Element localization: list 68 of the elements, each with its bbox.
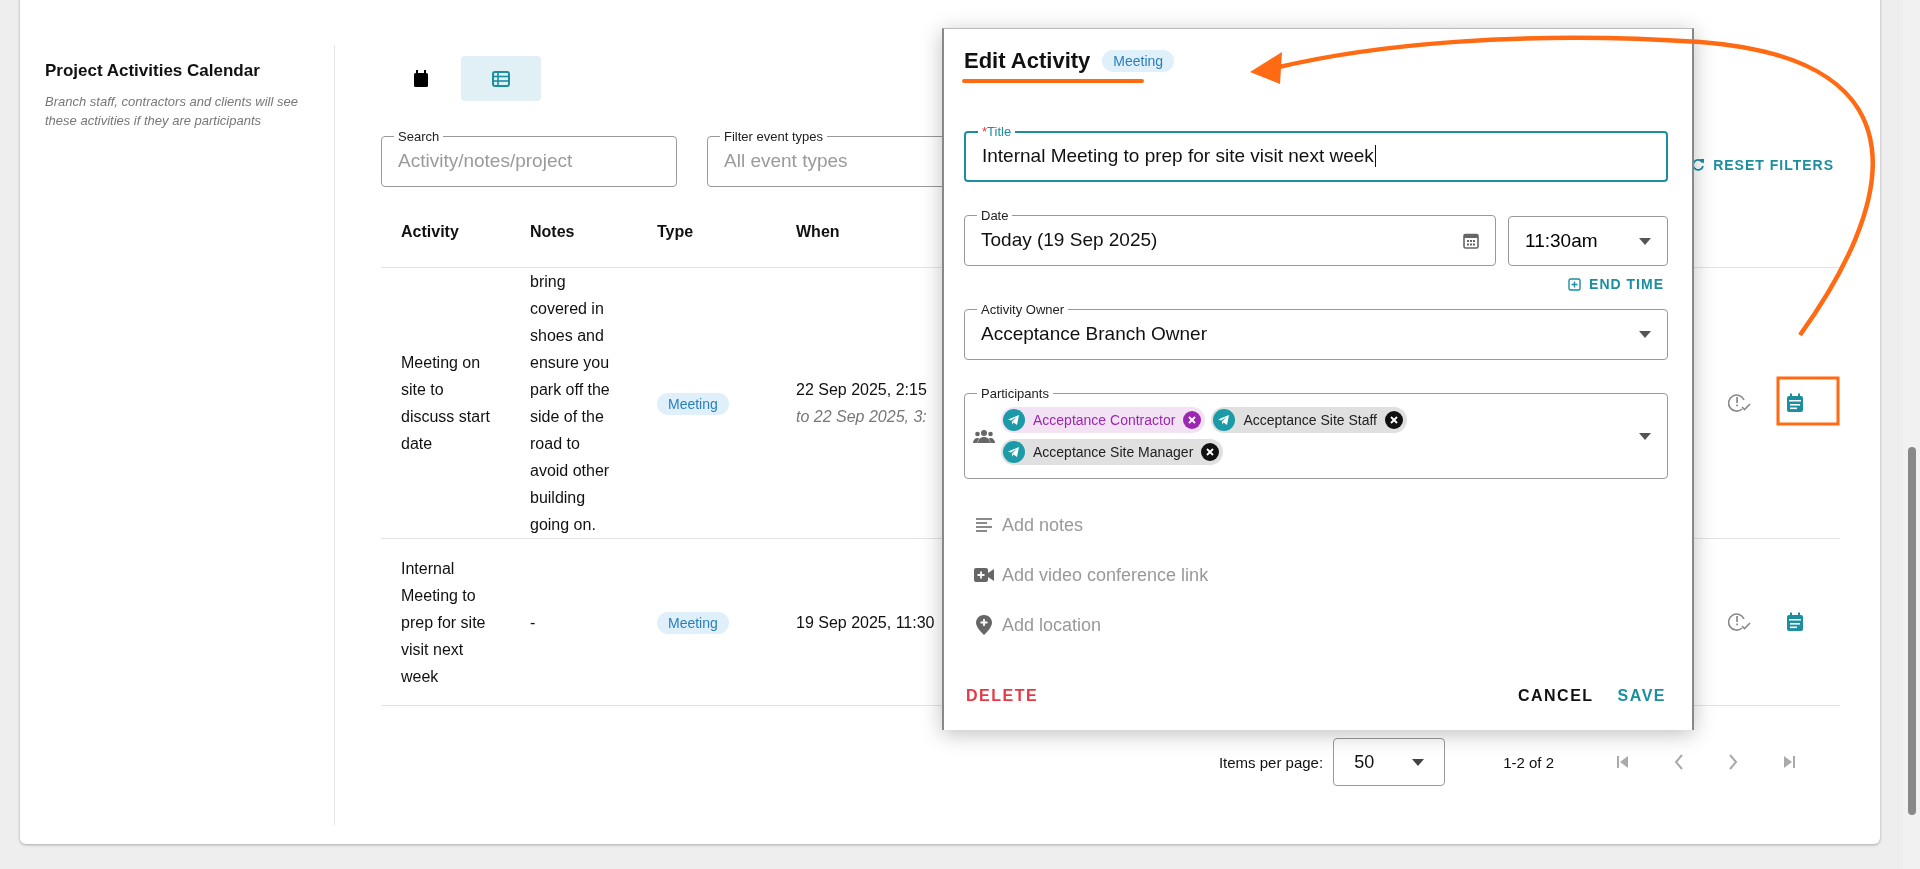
field-label: Filter event types	[723, 129, 824, 144]
participant-chip[interactable]: Acceptance Site Staff	[1211, 407, 1407, 433]
caret-icon	[1639, 432, 1651, 440]
page-range: 1-2 of 2	[1503, 753, 1554, 771]
type-tag: Meeting	[1102, 50, 1175, 72]
table-cell: -	[530, 613, 536, 631]
caret-icon	[1639, 330, 1651, 338]
paper-plane-icon	[1213, 409, 1236, 431]
table-cell-text: 19 Sep 2025, 11:30	[796, 612, 935, 633]
participant-chip[interactable]: Acceptance Contractor	[1001, 407, 1206, 433]
column-header: Notes	[530, 223, 575, 240]
participant-chip[interactable]: Acceptance Site Manager	[1001, 439, 1224, 465]
paper-plane-icon	[1003, 409, 1025, 431]
table-cell-text: 22 Sep 2025, 2:15	[796, 380, 927, 400]
items-per-page-select[interactable]: 50	[1333, 738, 1446, 786]
location-add-icon	[974, 615, 994, 635]
section-description: Branch staff, contractors and clients will see these activities if they are participants	[45, 93, 299, 130]
field-label: Activity Owner	[980, 302, 1066, 317]
reset-filters-button[interactable]: RESET FILTERS	[1685, 153, 1840, 177]
activity-owner-select[interactable]: Activity Owner Acceptance Branch Owner	[964, 302, 1668, 360]
date-field[interactable]: Date Today (19 Sep 2025)	[964, 208, 1496, 266]
group-icon	[973, 429, 995, 443]
field-label: Date	[980, 208, 1010, 223]
list-icon	[492, 70, 510, 87]
table-cell: Internal Meeting to prep for site visit next week	[401, 559, 486, 685]
table-cell: bring covered in shoes and ensure you park off the side of the road to avoid other building going on.	[530, 273, 610, 533]
first-page-icon[interactable]	[1616, 755, 1630, 769]
scrollbar-thumb[interactable]	[1908, 447, 1916, 815]
field-label: Search	[397, 129, 441, 144]
notes-icon	[974, 518, 994, 532]
type-tag: Meeting	[657, 611, 729, 634]
remove-icon[interactable]	[1183, 411, 1202, 429]
highlight-rectangle	[1776, 376, 1840, 426]
column-header: Activity	[401, 223, 459, 240]
caret-icon	[1412, 758, 1425, 766]
time-select[interactable]: 11:30am	[1508, 216, 1668, 266]
video-add-icon	[974, 568, 994, 582]
end-time-button[interactable]: END TIME	[1564, 274, 1668, 294]
save-button[interactable]: SAVE	[1615, 683, 1668, 709]
previous-page-icon[interactable]	[1674, 754, 1684, 770]
search-field[interactable]: Search Activity/notes/project	[381, 129, 677, 187]
plus-box-icon	[1568, 277, 1582, 291]
calendar-icon	[413, 69, 429, 88]
table-cell: Meeting on site to discuss start date	[401, 354, 490, 452]
participants-field[interactable]: Participants Acceptance Contractor Acceptance Site Staff Acceptance Site Manager	[964, 386, 1668, 479]
event-icon[interactable]	[1786, 612, 1804, 632]
calendar-icon	[1463, 231, 1479, 249]
title-field[interactable]: *Title Internal Meeting to prep for site visit next week	[964, 124, 1668, 182]
remove-icon[interactable]	[1201, 443, 1220, 461]
paper-plane-icon	[1003, 441, 1025, 463]
refresh-icon	[1691, 158, 1706, 172]
dialog-title: Edit Activity	[964, 48, 1091, 74]
column-header: Type	[657, 223, 694, 240]
remove-icon[interactable]	[1385, 411, 1403, 429]
table-cell-text: to 22 Sep 2025, 3:	[796, 407, 927, 427]
alert-check-icon[interactable]	[1728, 392, 1752, 414]
section-title: Project Activities Calendar	[45, 61, 261, 81]
event-icon[interactable]	[1786, 393, 1804, 413]
cancel-button[interactable]: CANCEL	[1515, 683, 1596, 709]
items-per-page-label: Items per page:	[1218, 753, 1324, 771]
alert-check-icon[interactable]	[1728, 611, 1752, 633]
field-label: Participants	[980, 386, 1050, 401]
type-tag: Meeting	[657, 392, 729, 415]
next-page-icon[interactable]	[1728, 754, 1738, 770]
delete-button[interactable]: DELETE	[964, 683, 1041, 709]
last-page-icon[interactable]	[1782, 755, 1796, 769]
column-header: When	[796, 223, 840, 240]
caret-icon	[1639, 237, 1651, 245]
